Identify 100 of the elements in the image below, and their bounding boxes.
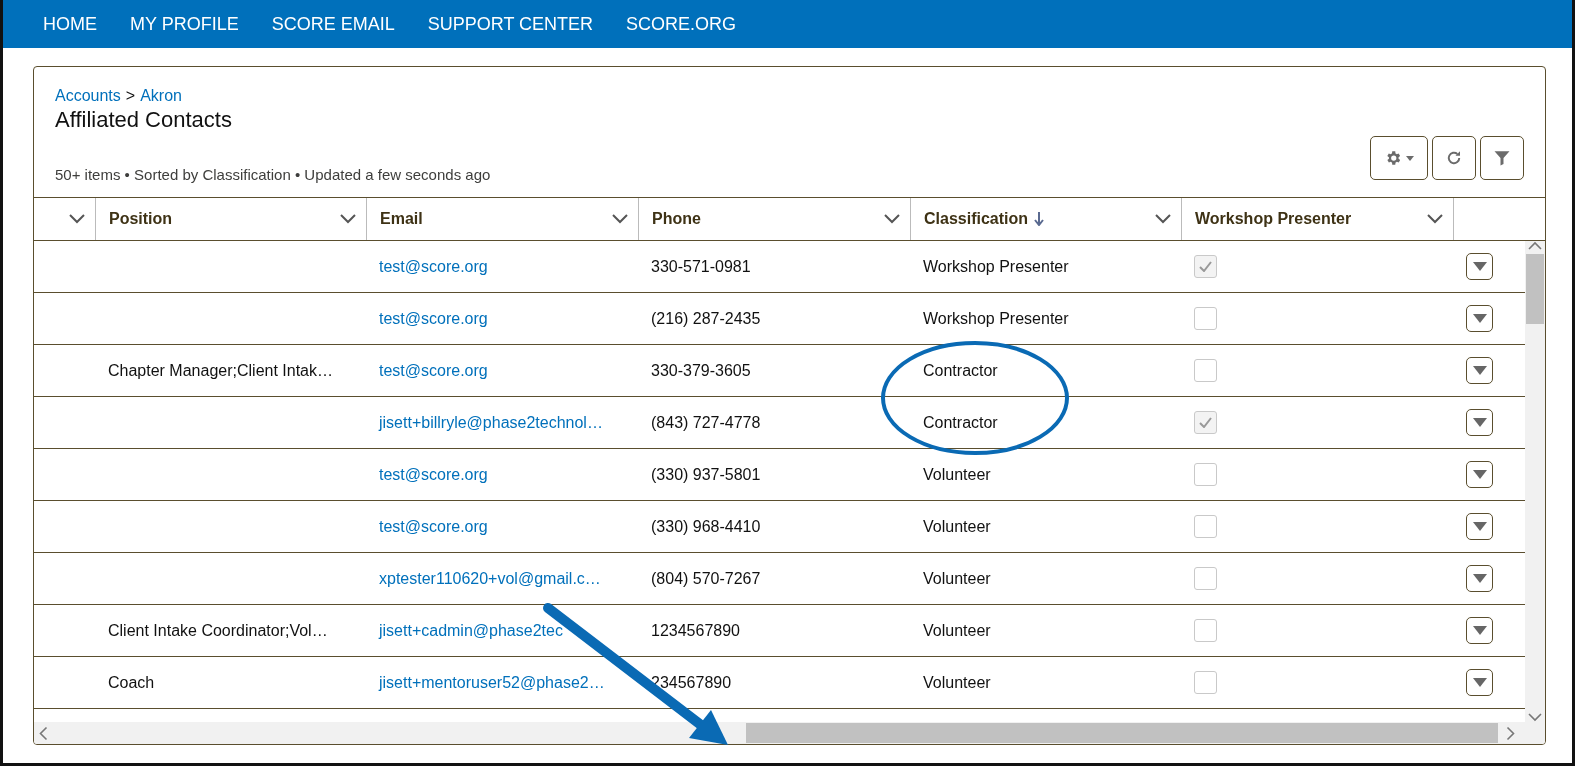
classification-cell-text: Workshop Presenter — [922, 309, 1070, 328]
chevron-down-icon[interactable] — [1155, 214, 1171, 225]
row-actions-button[interactable] — [1466, 409, 1493, 437]
phone-cell-text: 1234567890 — [650, 621, 741, 640]
chevron-down-icon[interactable] — [340, 214, 356, 225]
email-link[interactable]: jisett+billryle@phase2technol… — [367, 413, 639, 432]
scroll-down-icon — [1528, 713, 1542, 723]
scrollbar-thumb[interactable] — [1526, 254, 1544, 325]
column-header[interactable]: Position — [96, 198, 367, 241]
caret-icon — [1472, 678, 1487, 688]
checkbox[interactable] — [1194, 255, 1217, 279]
checkbox[interactable] — [1194, 671, 1217, 695]
column-header[interactable]: Email — [367, 198, 639, 241]
horizontal-scrollbar[interactable] — [34, 722, 1545, 744]
column-header[interactable]: Workshop Presenter — [1182, 198, 1454, 241]
row-actions-button[interactable] — [1466, 253, 1493, 281]
chevron-down-icon[interactable] — [884, 214, 900, 225]
refresh-icon — [1445, 149, 1463, 167]
filter-button[interactable] — [1480, 136, 1524, 180]
checkbox[interactable] — [1194, 567, 1217, 591]
column-header[interactable]: Classification — [911, 198, 1182, 241]
column-header[interactable]: Phone — [639, 198, 911, 241]
chevron-down-icon[interactable] — [69, 214, 85, 225]
classification-cell-text: Volunteer — [922, 465, 992, 484]
phone-cell-text: (216) 287-2435 — [650, 309, 762, 328]
row-actions-button[interactable] — [1466, 357, 1493, 385]
phone-cell-text: 330-571-0981 — [650, 257, 752, 276]
row-actions-button[interactable] — [1466, 305, 1493, 333]
position-cell-text: Chapter Manager;Client Intak… — [107, 361, 334, 380]
column-label: Classification — [924, 210, 1029, 229]
refresh-button[interactable] — [1432, 136, 1476, 180]
phone-cell-text: 234567890 — [650, 673, 733, 692]
phone-cell-text: (843) 727-4778 — [650, 413, 762, 432]
caret-icon — [1472, 522, 1487, 532]
row-actions-button[interactable] — [1466, 513, 1493, 541]
email-link[interactable]: xptester110620+vol@gmail.c… — [367, 569, 639, 588]
checkbox[interactable] — [1194, 411, 1217, 435]
caret-icon — [1472, 626, 1487, 636]
classification-cell-text: Volunteer — [922, 517, 992, 536]
filter-icon — [1493, 149, 1511, 167]
classification-cell-text: Workshop Presenter — [922, 257, 1070, 276]
phone-cell-text: 330-379-3605 — [650, 361, 752, 380]
chevron-down-icon[interactable] — [612, 214, 628, 225]
phone-cell-text: (330) 937-5801 — [650, 465, 762, 484]
email-link[interactable]: test@score.org — [367, 309, 639, 328]
email-link[interactable]: test@score.org — [367, 361, 639, 380]
phone-cell-text: (330) 968-4410 — [650, 517, 762, 536]
chevron-down-icon[interactable] — [1427, 214, 1443, 225]
column-label: Phone — [652, 210, 701, 229]
email-link[interactable]: test@score.org — [367, 465, 639, 484]
checkbox[interactable] — [1194, 359, 1217, 383]
settings-button[interactable] — [1370, 136, 1428, 180]
caret-icon — [1406, 155, 1414, 161]
row-actions-button[interactable] — [1466, 669, 1493, 697]
checkmark-icon — [1199, 417, 1212, 429]
row-actions-button[interactable] — [1466, 565, 1493, 593]
checkbox[interactable] — [1194, 307, 1217, 331]
column-label: Email — [380, 210, 423, 229]
checkmark-icon — [1199, 261, 1212, 273]
list-title: Affiliated Contacts — [55, 107, 233, 133]
email-link[interactable]: test@score.org — [367, 517, 639, 536]
nav-link[interactable]: HOME — [43, 13, 97, 35]
email-link[interactable]: jisett+mentoruser52@phase2… — [367, 673, 639, 692]
email-link[interactable]: jisett+cadmin@phase2tec — [367, 621, 639, 640]
caret-icon — [1472, 574, 1487, 584]
position-cell-text: Client Intake Coordinator;Vol… — [107, 621, 329, 640]
nav-link[interactable]: SCORE EMAIL — [271, 13, 395, 35]
checkbox[interactable] — [1194, 515, 1217, 539]
caret-icon — [1472, 366, 1487, 376]
classification-cell-text: Contractor — [922, 413, 999, 432]
caret-icon — [1472, 314, 1487, 324]
nav-link[interactable]: SUPPORT CENTER — [427, 13, 594, 35]
classification-cell-text: Contractor — [922, 361, 999, 380]
scroll-left-icon — [38, 726, 48, 741]
row-actions-button[interactable] — [1466, 461, 1493, 489]
column-label: Workshop Presenter — [1195, 210, 1352, 229]
caret-icon — [1472, 418, 1487, 428]
list-status: 50+ items • Sorted by Classification • Updated a few seconds ago — [55, 166, 491, 183]
classification-cell-text: Volunteer — [922, 673, 992, 692]
email-link[interactable]: test@score.org — [367, 257, 639, 276]
nav-link[interactable]: MY PROFILE — [130, 13, 239, 35]
caret-icon — [1472, 470, 1487, 480]
sort-arrow-down-icon — [1034, 212, 1045, 227]
position-cell-text: Coach — [107, 673, 156, 692]
breadcrumb-link[interactable]: Akron — [140, 87, 182, 105]
column-label: Position — [109, 210, 173, 229]
scrollbar-thumb[interactable] — [746, 723, 1498, 744]
vertical-scrollbar[interactable] — [1525, 241, 1545, 723]
scroll-up-icon — [1528, 241, 1542, 251]
classification-cell-text: Volunteer — [922, 621, 992, 640]
row-actions-button[interactable] — [1466, 617, 1493, 645]
scroll-right-icon — [1506, 726, 1516, 741]
breadcrumb-link[interactable]: Accounts — [55, 87, 121, 105]
classification-cell-text: Volunteer — [922, 569, 992, 588]
nav-link[interactable]: SCORE.ORG — [626, 13, 737, 35]
checkbox[interactable] — [1194, 619, 1217, 643]
checkbox[interactable] — [1194, 463, 1217, 487]
caret-icon — [1472, 262, 1487, 272]
phone-cell-text: (804) 570-7267 — [650, 569, 762, 588]
breadcrumb-separator: > — [125, 87, 136, 105]
